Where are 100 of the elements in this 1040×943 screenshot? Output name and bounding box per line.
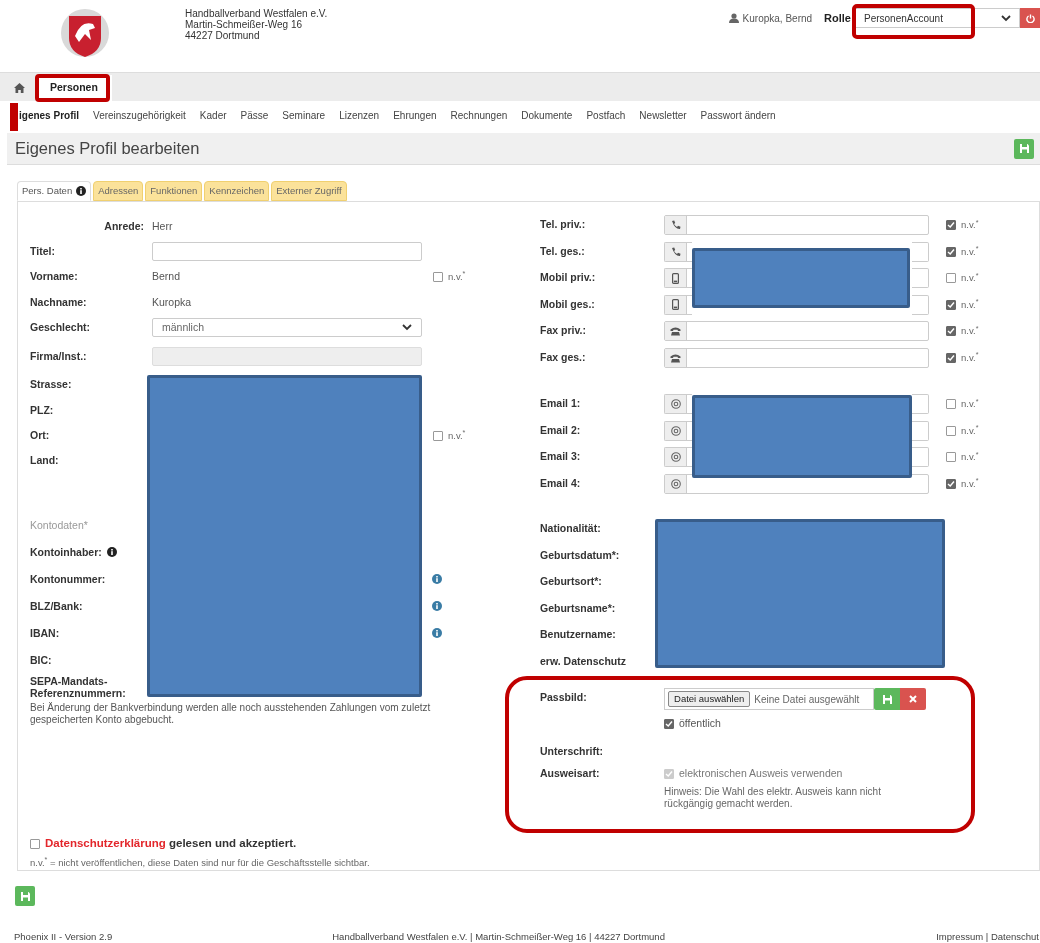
field-label: Vorname:	[30, 269, 79, 285]
field-label: Geburtsort*:	[540, 575, 602, 588]
checkbox[interactable]	[946, 399, 956, 410]
footer-links[interactable]: Impressum | Datenschut	[936, 930, 1039, 943]
highlight-outline	[10, 103, 18, 131]
at-sign-icon	[670, 425, 681, 436]
text-input[interactable]	[664, 447, 692, 468]
text-input[interactable]	[912, 294, 929, 315]
at-sign-icon	[670, 452, 681, 463]
field-label: Kontonummer:	[30, 572, 106, 585]
field-label: Firma/Inst.:	[30, 348, 88, 364]
fax-icon	[670, 326, 681, 337]
checkbox[interactable]	[946, 425, 956, 436]
home-icon	[14, 83, 25, 93]
form-tab[interactable]: Funktionen	[145, 181, 203, 201]
checkbox[interactable]	[946, 452, 956, 463]
mobile-phone-icon	[672, 272, 679, 284]
checkbox[interactable]	[946, 326, 956, 337]
subnav-link[interactable]: Dokumente	[521, 108, 573, 123]
choose-file-button[interactable]: Datei auswählen	[668, 691, 751, 707]
address-line: Handballverband Westfalen e.V.	[185, 8, 328, 19]
subnav-link[interactable]: Vereinszugehörigkeit	[93, 108, 186, 123]
field-label: Passbild:	[540, 690, 588, 705]
fax-icon	[670, 352, 681, 363]
field-label: Geschlecht:	[30, 319, 92, 335]
checkbox[interactable]	[664, 718, 674, 729]
checkbox[interactable]	[433, 430, 443, 441]
checkbox[interactable]	[946, 299, 956, 310]
text-input[interactable]	[912, 241, 929, 262]
role-label: Rolle	[824, 10, 851, 26]
file-input[interactable]: Datei auswählen Keine Datei ausgewählt	[664, 688, 874, 710]
role-select[interactable]: PersonenAccount	[855, 8, 1020, 28]
subnav-link[interactable]: Newsletter	[639, 108, 687, 123]
text-input[interactable]	[912, 268, 929, 289]
save-button[interactable]	[874, 688, 900, 710]
gender-select[interactable]: männlich	[152, 318, 422, 338]
checkbox-label: öffentlich	[679, 716, 721, 731]
text-input[interactable]	[664, 347, 929, 368]
field-label: Unterschrift:	[540, 743, 604, 759]
subnav-link[interactable]: Postfach	[586, 108, 626, 123]
text-input[interactable]	[664, 394, 692, 415]
field-label: Tel. ges.:	[540, 243, 586, 259]
subnav-link[interactable]: Lizenzen	[339, 108, 380, 123]
save-button[interactable]	[1014, 138, 1034, 159]
text-input[interactable]	[664, 321, 929, 342]
subnav-link[interactable]: Passwort ändern	[700, 108, 776, 123]
form-tab[interactable]: Externer Zugriff	[271, 181, 347, 201]
text-input[interactable]	[664, 241, 692, 262]
field-label: Fax ges.:	[540, 349, 587, 365]
form-tab[interactable]: Adressen	[93, 181, 144, 201]
field-label: Nachname:	[30, 294, 88, 310]
field-label: Email 1:	[540, 396, 582, 412]
checkbox[interactable]	[946, 352, 956, 363]
footer-text: Handballverband Westfalen e.V. | Martin-Schmeißer-Weg 16 | 44227 Dortmund	[332, 930, 665, 943]
subnav-link[interactable]: Ehrungen	[393, 108, 437, 123]
checkbox[interactable]	[946, 478, 956, 489]
checkbox[interactable]	[946, 273, 956, 284]
checkbox-label: n.v.$^{*}$	[961, 397, 979, 412]
checkbox-label: n.v.$^{*}$	[961, 450, 979, 465]
field-label: Geburtsdatum*:	[540, 548, 620, 561]
checkbox[interactable]	[433, 272, 443, 283]
form-tab[interactable]: Pers. Daten	[17, 181, 92, 201]
close-icon	[909, 695, 917, 703]
text-input[interactable]	[152, 346, 422, 366]
text-input[interactable]	[664, 420, 692, 441]
mobile-phone-icon	[672, 299, 679, 311]
subnav-link[interactable]: Kader	[199, 108, 227, 123]
checkbox[interactable]	[30, 839, 40, 850]
at-sign-icon	[670, 399, 681, 410]
checkbox-label: n.v.$^{*}$	[448, 270, 466, 284]
hint-text: Hinweis: Die Wahl des elektr. Ausweis kann nicht rückgängig gemacht werden.	[664, 785, 882, 810]
checkbox[interactable]	[946, 220, 956, 231]
checkbox-label: n.v.$^{*}$	[961, 423, 979, 438]
subnav-link[interactable]: Seminare	[282, 108, 326, 123]
subnav-link[interactable]: igenes Profil	[19, 108, 79, 123]
field-label: Benutzername:	[540, 628, 616, 641]
checkbox-label: n.v.$^{*}$	[961, 244, 979, 259]
logout-button[interactable]	[1020, 8, 1040, 28]
phone-icon	[670, 220, 681, 231]
subnav-link[interactable]: Pässe	[240, 108, 269, 123]
checkbox[interactable]	[946, 246, 956, 257]
privacy-link[interactable]: Datenschutzerklärung	[45, 837, 166, 850]
save-icon	[20, 891, 30, 901]
save-button[interactable]	[15, 886, 35, 906]
text-input[interactable]	[152, 242, 422, 262]
text-input[interactable]	[664, 294, 692, 315]
field-value: Bernd	[152, 269, 181, 285]
field-label: Strasse:	[30, 377, 73, 393]
field-label: Geburtsname*:	[540, 601, 616, 614]
text-input[interactable]	[664, 268, 692, 289]
checkbox-label: n.v.$^{*}$	[961, 271, 979, 286]
text-input[interactable]	[664, 215, 929, 236]
chevron-down-icon	[1001, 14, 1011, 22]
checkbox-label: n.v.$^{*}$	[961, 350, 979, 365]
field-label: Mobil ges.:	[540, 296, 596, 312]
form-tab[interactable]: Kennzeichen	[204, 181, 270, 201]
address-line: 44227 Dortmund	[185, 30, 260, 41]
delete-button[interactable]	[900, 688, 926, 710]
subnav-link[interactable]: Rechnungen	[450, 108, 508, 123]
field-label: Ausweisart:	[540, 765, 601, 781]
